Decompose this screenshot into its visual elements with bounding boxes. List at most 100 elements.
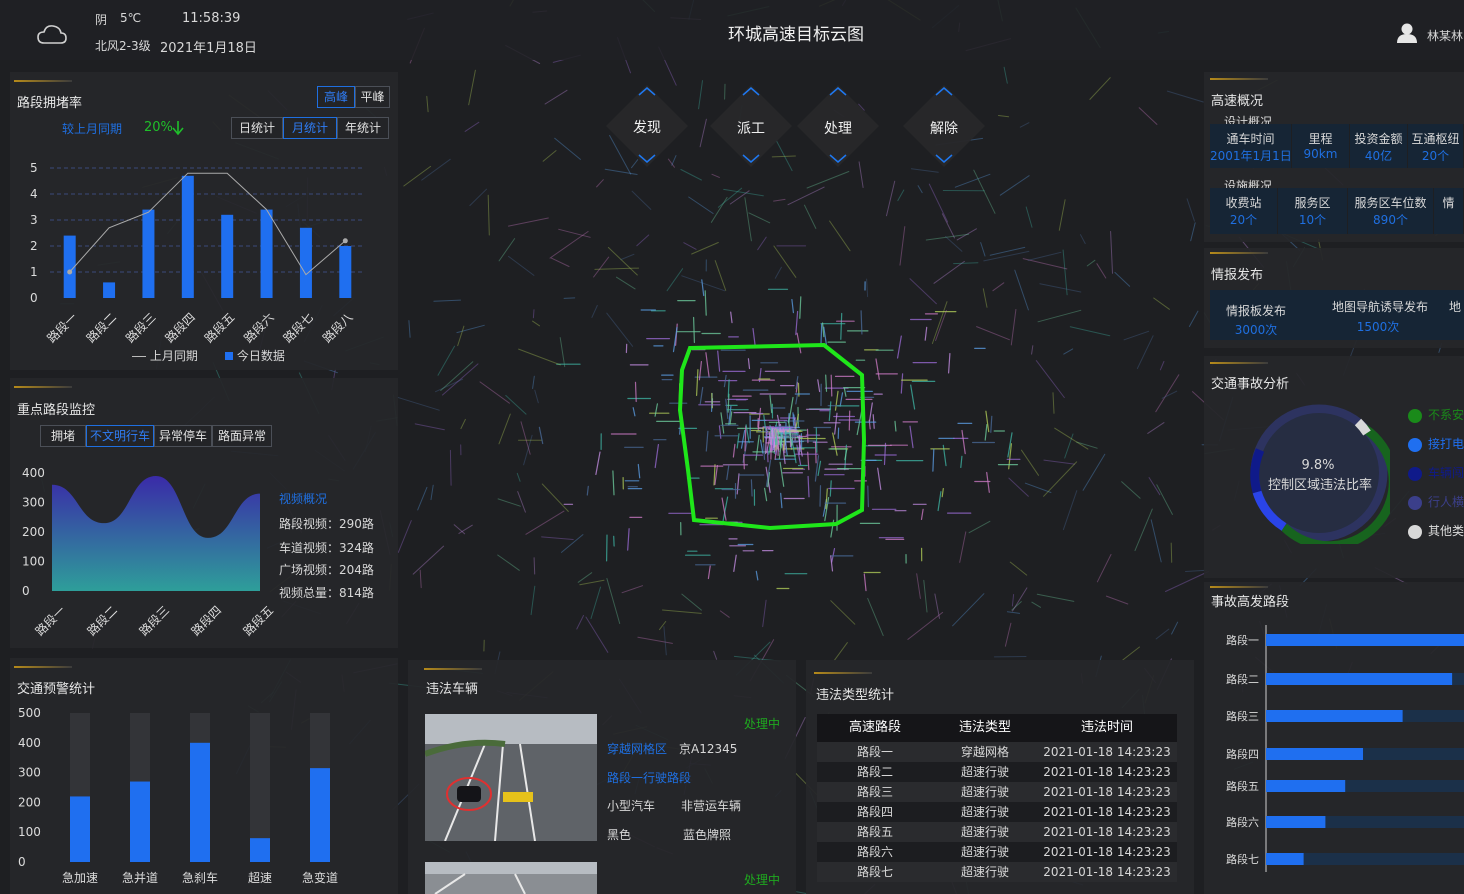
table-row[interactable]: 路段四 超速行驶 2021-01-18 14:23:23	[817, 802, 1177, 822]
bar	[1266, 673, 1453, 685]
map-road	[692, 316, 696, 344]
day-stat-tab[interactable]: 日统计	[231, 117, 283, 139]
month-stat-tab[interactable]: 月统计	[283, 117, 337, 139]
table-row[interactable]: 路段三 超速行驶 2021-01-18 14:23:23	[817, 782, 1177, 802]
x-tick-label: 急刹车	[182, 870, 218, 885]
table-cell: 穿越网格	[960, 745, 1009, 759]
y-tick-label: 路段六	[1226, 815, 1259, 829]
overview-cell: 情	[1434, 188, 1464, 234]
title-decoration	[14, 666, 72, 668]
map-road	[1170, 542, 1173, 563]
map-road	[830, 374, 833, 397]
map-road	[532, 309, 535, 319]
dispatch-button[interactable]: 派工	[711, 118, 791, 138]
overview-label: 通车时间	[1226, 132, 1275, 146]
overview-value: 20个	[1421, 149, 1450, 163]
peak-toggle[interactable]: 高峰	[317, 86, 355, 108]
table-cell: 路段三	[856, 785, 893, 799]
accident-title: 交通事故分析	[1211, 377, 1290, 392]
bar	[190, 742, 210, 862]
map-road	[533, 557, 536, 575]
y-tick-label: 200	[22, 525, 45, 539]
overview-value: 90km	[1303, 147, 1338, 161]
overview-label: 投资金额	[1354, 132, 1403, 146]
x-tick-label: 急加速	[62, 870, 98, 885]
user-name[interactable]: 林某林	[1427, 27, 1463, 44]
user-icon[interactable]	[1396, 22, 1418, 44]
offpeak-toggle[interactable]: 平峰	[355, 86, 390, 108]
hot-roads-title: 事故高发路段	[1211, 595, 1290, 610]
y-tick-label: 0	[30, 291, 38, 305]
x-tick-label: 路段八	[319, 310, 355, 346]
table-row[interactable]: 路段五 超速行驶 2021-01-18 14:23:23	[817, 822, 1177, 842]
table-row[interactable]: 路段一 穿越网格 2021-01-18 14:23:23	[817, 742, 1177, 762]
overview-value: 890个	[1373, 213, 1408, 227]
col-time: 违法时间	[1080, 720, 1133, 735]
y-tick-label: 400	[18, 736, 41, 750]
bar	[1266, 748, 1364, 760]
y-tick-label: 4	[30, 187, 38, 201]
x-tick-label: 路段七	[280, 310, 316, 346]
legend-line-marker	[132, 356, 146, 357]
car-usage: 非营运车辆	[681, 799, 742, 813]
discover-button[interactable]: 发现	[607, 117, 687, 137]
title-decoration	[1210, 252, 1268, 254]
map-road	[820, 323, 823, 347]
table-body: 路段一 穿越网格 2021-01-18 14:23:23 路段二 超速行驶 2021-01…	[817, 742, 1177, 882]
map-road	[792, 412, 795, 426]
x-tick-label: 路段二	[83, 310, 119, 346]
x-tick-label: 路段一	[32, 603, 68, 639]
y-tick-label: 3	[30, 213, 38, 227]
legend-dot	[1408, 466, 1422, 481]
title-decoration	[1210, 586, 1268, 588]
legend-dot	[1408, 408, 1422, 423]
total-video-count: 视频总量：814路	[279, 586, 374, 600]
legend-label: 不系安	[1428, 408, 1464, 422]
overview-label: 情	[1442, 196, 1455, 210]
camera-snapshot-2[interactable]	[425, 862, 597, 894]
release-button[interactable]: 解除	[904, 118, 984, 138]
violation-table: 高速路段 违法类型 违法时间 路段一 穿越网格 2021-01-18 14:23:2…	[817, 714, 1177, 882]
bar	[221, 214, 234, 298]
tab-road-abnormal[interactable]: 路面异常	[212, 425, 272, 447]
overview-label: 服务区	[1294, 196, 1331, 210]
tab-congestion[interactable]: 拥堵	[40, 425, 86, 447]
legend-today: 今日数据	[225, 347, 285, 364]
year-stat-tab[interactable]: 年统计	[337, 117, 389, 139]
table-row[interactable]: 路段二 超速行驶 2021-01-18 14:23:23	[817, 762, 1177, 782]
table-cell: 2021-01-18 14:23:23	[1043, 845, 1171, 859]
bar	[260, 209, 273, 298]
car-type: 小型汽车	[607, 799, 656, 813]
legend-item: 行人横	[1408, 493, 1464, 510]
tab-abnormal-parking[interactable]: 异常停车	[154, 425, 212, 447]
legend-label: 接打电	[1428, 437, 1464, 451]
bar	[250, 838, 270, 862]
y-tick-label: 5	[30, 161, 38, 175]
tab-uncivil-driving[interactable]: 不文明行车	[86, 425, 154, 447]
weather-label: 阴	[95, 13, 108, 27]
table-cell: 2021-01-18 14:23:23	[1043, 865, 1171, 879]
table-cell: 超速行驶	[960, 845, 1009, 859]
design-cells: 通车时间 2001年1月1日 里程 90km 投资金额 40亿 互通枢纽 20个	[1210, 124, 1464, 168]
table-row[interactable]: 路段六 超速行驶 2021-01-18 14:23:23	[817, 842, 1177, 862]
violation-type-road: 路段一行驶路段	[607, 771, 692, 785]
line-point	[67, 269, 73, 275]
bar	[181, 175, 194, 298]
lane-video-count: 车道视频：324路	[279, 541, 374, 555]
camera-snapshot[interactable]	[425, 714, 597, 841]
table-cell: 2021-01-18 14:23:23	[1043, 745, 1171, 759]
info-nav-value: 1500次	[1356, 320, 1400, 334]
y-tick-label: 1	[30, 265, 38, 279]
map-road	[711, 392, 713, 409]
table-cell: 超速行驶	[960, 765, 1009, 779]
table-row[interactable]: 路段七 超速行驶 2021-01-18 14:23:23	[817, 862, 1177, 882]
legend-today-label: 今日数据	[236, 349, 285, 363]
info-third-label: 地	[1448, 300, 1461, 314]
handle-button[interactable]: 处理	[798, 118, 878, 138]
info-title: 情报发布	[1211, 268, 1264, 283]
violation-vehicle-title: 违法车辆	[426, 682, 479, 697]
chevron-up-icon	[638, 87, 656, 96]
clock: 11:58:39	[182, 11, 241, 26]
info-nav-label: 地图导航诱导发布	[1331, 300, 1428, 314]
x-tick-label: 急并道	[122, 870, 158, 885]
